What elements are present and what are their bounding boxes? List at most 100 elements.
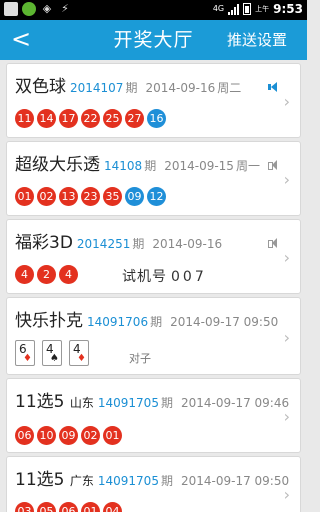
lottery-card-11x5-gd[interactable]: 11选5 广东 14091705 期 2014-09-17 09:50 › 03 05…: [6, 456, 301, 512]
red-ball: 02: [81, 426, 100, 445]
lottery-issue-unit: 期: [132, 237, 145, 251]
status-time: 9:53: [273, 2, 303, 16]
poker-card: 4 ♠: [42, 340, 62, 366]
red-ball: 06: [59, 502, 78, 512]
red-ball: 01: [15, 187, 34, 206]
red-ball: 17: [59, 109, 78, 128]
speaker-off-icon[interactable]: [268, 160, 278, 170]
chevron-right-icon: ›: [283, 92, 290, 111]
red-ball: 35: [103, 187, 122, 206]
blue-ball: 09: [125, 187, 144, 206]
chevron-right-icon: ›: [283, 485, 290, 504]
red-ball: 04: [103, 502, 122, 512]
lottery-issue-unit: 期: [125, 81, 138, 95]
chevron-right-icon: ›: [283, 407, 290, 426]
lottery-issue: 14108: [104, 159, 143, 173]
draw-numbers: 06 10 09 02 01: [15, 426, 122, 445]
poker-cards: 6 ♦ 4 ♠ 4 ♦: [15, 340, 89, 366]
lottery-card-dlt[interactable]: 超级大乐透 14108 期 2014-09-15 周一 › 01 02 13 23 35…: [6, 141, 301, 216]
signal-icon: [228, 3, 240, 15]
red-ball: 02: [37, 187, 56, 206]
trial-value: 007: [171, 269, 207, 285]
red-ball: 13: [59, 187, 78, 206]
lottery-name: 超级大乐透: [15, 155, 100, 175]
red-ball: 22: [81, 109, 100, 128]
red-ball: 06: [15, 426, 34, 445]
red-ball: 03: [15, 502, 34, 512]
lottery-name: 双色球: [15, 77, 66, 97]
red-ball: 01: [81, 502, 100, 512]
draw-numbers: 01 02 13 23 35 09 12: [15, 187, 166, 206]
red-ball: 05: [37, 502, 56, 512]
poker-card: 6 ♦: [15, 340, 35, 366]
speaker-on-icon[interactable]: [268, 82, 278, 92]
red-ball: 11: [15, 109, 34, 128]
lottery-card-3d[interactable]: 福彩3D 2014251 期 2014-09-16 › 4 2 4 试机号 007: [6, 219, 301, 294]
red-ball: 2: [37, 265, 56, 284]
image-notification-icon: [4, 2, 18, 16]
app-header: < 开奖大厅 推送设置: [0, 20, 307, 60]
lottery-header: 超级大乐透 14108 期 2014-09-15 周一: [15, 150, 260, 175]
lottery-card-poker[interactable]: 快乐扑克 14091706 期 2014-09-17 09:50 › 6 ♦ 4 ♠ 4 ♦…: [6, 297, 301, 375]
lottery-issue: 14091705: [97, 474, 159, 488]
speaker-off-icon[interactable]: [268, 238, 278, 248]
chevron-right-icon: ›: [283, 328, 290, 347]
status-ampm: 上午: [255, 5, 270, 13]
red-ball: 10: [37, 426, 56, 445]
usb-icon: ⚡: [61, 2, 69, 15]
lottery-header: 11选5 山东 14091705 期 2014-09-17 09:46: [15, 387, 289, 412]
red-ball: 01: [103, 426, 122, 445]
lottery-region: 山东: [69, 396, 94, 410]
wifi-icon: ◈: [42, 2, 52, 15]
lottery-header: 快乐扑克 14091706 期 2014-09-17 09:50: [15, 306, 278, 331]
lottery-card-11x5-sd[interactable]: 11选5 山东 14091705 期 2014-09-17 09:46 › 06 10…: [6, 378, 301, 453]
poker-card: 4 ♦: [69, 340, 89, 366]
trial-number: 试机号 007: [122, 266, 207, 286]
lottery-issue: 2014251: [76, 237, 131, 251]
lottery-issue: 14091705: [97, 396, 159, 410]
draw-numbers: 03 05 06 01 04: [15, 502, 122, 512]
lottery-date: 2014-09-17 09:50: [170, 315, 279, 329]
chevron-right-icon: ›: [283, 170, 290, 189]
lottery-date: 2014-09-17 09:46: [180, 396, 290, 410]
lottery-header: 福彩3D 2014251 期 2014-09-16: [15, 228, 222, 253]
lottery-header: 11选5 广东 14091705 期 2014-09-17 09:50: [15, 465, 289, 490]
red-ball: 27: [125, 109, 144, 128]
chevron-right-icon: ›: [283, 248, 290, 267]
lottery-date: 2014-09-17 09:50: [180, 474, 290, 488]
lottery-region: 广东: [69, 474, 94, 488]
red-ball: 09: [59, 426, 78, 445]
lottery-issue-unit: 期: [160, 474, 173, 488]
lottery-issue-unit: 期: [144, 159, 157, 173]
red-ball: 25: [103, 109, 122, 128]
draw-numbers: 4 2 4: [15, 265, 78, 284]
lottery-issue-unit: 期: [150, 315, 163, 329]
lottery-name: 快乐扑克: [15, 311, 83, 331]
blue-ball: 16: [147, 109, 166, 128]
lottery-name: 福彩3D: [15, 233, 73, 253]
network-type: 4G: [212, 4, 225, 13]
push-settings-button[interactable]: 推送设置: [227, 20, 287, 60]
red-ball: 14: [37, 109, 56, 128]
lottery-date: 2014-09-15: [164, 159, 234, 173]
lottery-weekday: 周一: [235, 159, 260, 173]
lottery-name: 11选5: [15, 392, 65, 412]
lottery-weekday: 周二: [217, 81, 242, 95]
lottery-header: 双色球 2014107 期 2014-09-16 周二: [15, 72, 241, 97]
lottery-card-ssq[interactable]: 双色球 2014107 期 2014-09-16 周二 › 11 14 17 22 25…: [6, 63, 301, 138]
draw-numbers: 11 14 17 22 25 27 16: [15, 109, 166, 128]
lottery-name: 11选5: [15, 470, 65, 490]
lottery-issue: 2014107: [70, 81, 124, 95]
status-bar: ◈ ⚡ 4G 上午 9:53: [0, 0, 307, 20]
lottery-issue: 14091706: [87, 315, 149, 329]
lottery-date: 2014-09-16: [152, 237, 223, 251]
trial-label: 试机号: [122, 269, 167, 285]
lottery-issue-unit: 期: [160, 396, 173, 410]
lottery-date: 2014-09-16: [145, 81, 216, 95]
red-ball: 23: [81, 187, 100, 206]
red-ball: 4: [59, 265, 78, 284]
app-notification-icon: [22, 2, 36, 16]
blue-ball: 12: [147, 187, 166, 206]
red-ball: 4: [15, 265, 34, 284]
battery-icon: [243, 3, 252, 15]
